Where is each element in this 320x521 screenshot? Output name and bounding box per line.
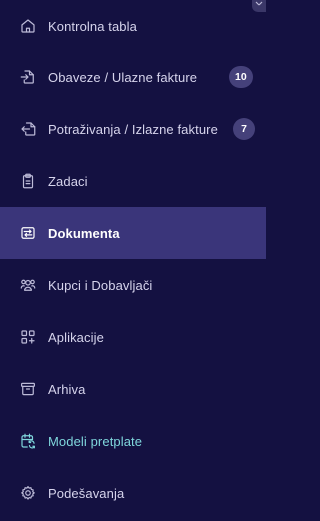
sidebar-item-label: Aplikacije: [48, 329, 104, 345]
users-icon: [19, 276, 37, 294]
file-export-icon: [19, 120, 37, 138]
home-icon: [19, 17, 37, 35]
sidebar-item-podesavanja[interactable]: Podešavanja: [0, 467, 266, 519]
calendar-repeat-icon: [19, 432, 37, 450]
sidebar-item-arhiva[interactable]: Arhiva: [0, 363, 266, 415]
sidebar-item-label: Kontrolna tabla: [48, 18, 137, 34]
sidebar-item-aplikacije[interactable]: Aplikacije: [0, 311, 266, 363]
apps-plus-icon: [19, 328, 37, 346]
gear-icon: [19, 484, 37, 502]
count-badge: 10: [229, 66, 253, 88]
sidebar-item-label: Zadaci: [48, 173, 88, 189]
sidebar-item-label: Podešavanja: [48, 485, 125, 501]
sidebar-item-kontrolna-tabla[interactable]: Kontrolna tabla: [0, 0, 266, 52]
count-badge: 7: [233, 118, 255, 140]
sidebar-item-label: Dokumenta: [48, 225, 120, 241]
sidebar-item-modeli-pretplate[interactable]: Modeli pretplate: [0, 415, 266, 467]
sidebar-item-zadaci[interactable]: Zadaci: [0, 155, 266, 207]
sidebar-item-kupci-dobavljaci[interactable]: Kupci i Dobavljači: [0, 259, 266, 311]
sidebar-item-obaveze[interactable]: Obaveze / Ulazne fakture 10: [0, 51, 266, 103]
sidebar: Kontrolna tabla Obaveze / Ulazne fakture…: [0, 0, 266, 521]
sidebar-item-label: Modeli pretplate: [48, 433, 143, 449]
sidebar-item-potrazivanja[interactable]: Potraživanja / Izlazne fakture 7: [0, 103, 266, 155]
sidebar-item-label: Obaveze / Ulazne fakture: [48, 69, 198, 85]
sidebar-item-label: Arhiva: [48, 381, 86, 397]
clipboard-icon: [19, 172, 37, 190]
sidebar-item-label: Potraživanja / Izlazne fakture: [48, 121, 218, 137]
file-import-icon: [19, 68, 37, 86]
sidebar-item-label: Kupci i Dobavljači: [48, 277, 153, 293]
documents-transfer-icon: [19, 224, 37, 242]
sidebar-item-dokumenta[interactable]: Dokumenta: [0, 207, 266, 259]
archive-icon: [19, 380, 37, 398]
